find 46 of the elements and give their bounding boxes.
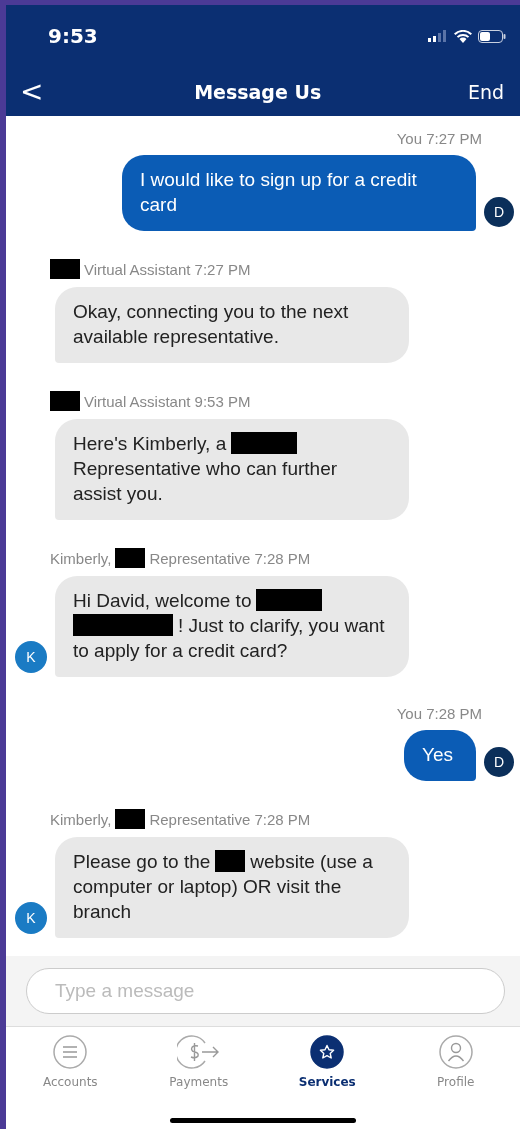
battery-icon — [478, 29, 506, 43]
tab[interactable]: Accounts — [6, 1035, 135, 1089]
redaction-bar — [256, 589, 323, 611]
avatar: D — [484, 747, 514, 777]
message-text: Here's Kimberly, a — [73, 432, 227, 456]
avatar: K — [15, 902, 47, 934]
message-text: computer or laptop) OR visit the branch — [73, 875, 343, 924]
message-meta: You 7:27 PM — [396, 130, 482, 147]
message-meta: Virtual Assistant 7:27 PM — [84, 260, 251, 278]
message-text: Please go to the — [73, 850, 211, 874]
tab[interactable]: Services — [263, 1035, 392, 1089]
message-text: ! Just to clarify, you want — [178, 614, 385, 638]
message-input[interactable]: Type a message — [26, 968, 505, 1014]
avatar: K — [15, 641, 47, 673]
message-text: I would like to sign up for a credit card — [140, 168, 418, 217]
message-text: to apply for a credit card? — [73, 639, 288, 663]
message-meta: You 7:28 PM — [396, 705, 482, 722]
message-text: website (use a — [250, 850, 373, 874]
end-button[interactable]: End — [467, 80, 504, 103]
tab[interactable]: Payments — [134, 1035, 263, 1089]
tab[interactable]: Profile — [391, 1035, 520, 1089]
message-text: Representative who can further — [73, 457, 338, 481]
back-button[interactable]: < — [16, 75, 48, 108]
message-meta: Virtual Assistant 9:53 PM — [84, 392, 251, 410]
dollar-arrow-icon — [176, 1035, 221, 1069]
message-meta: Kimberly, — [50, 549, 112, 567]
avatar: D — [484, 197, 514, 227]
signal-icon — [428, 30, 448, 42]
menu-icon — [53, 1035, 88, 1069]
redaction-bar — [215, 850, 246, 872]
redaction-bar — [115, 809, 146, 829]
person-icon — [438, 1035, 473, 1069]
wifi-icon — [454, 29, 472, 43]
message-text: Yes — [422, 743, 453, 767]
redaction-bar — [50, 391, 80, 411]
redaction-bar — [115, 548, 146, 568]
message-meta: Representative 7:28 PM — [149, 810, 311, 828]
status-time: 9:53 — [48, 24, 98, 48]
redaction-bar — [231, 432, 298, 454]
message-text: assist you. — [73, 482, 163, 506]
message-text: Hi David, welcome to — [73, 589, 252, 613]
message-meta: Kimberly, — [50, 810, 112, 828]
redaction-bar — [50, 259, 80, 279]
message-meta: Representative 7:28 PM — [149, 549, 311, 567]
message-text: Okay, connecting you to the next available representative. — [73, 300, 350, 349]
page-title: Message Us — [194, 80, 322, 103]
